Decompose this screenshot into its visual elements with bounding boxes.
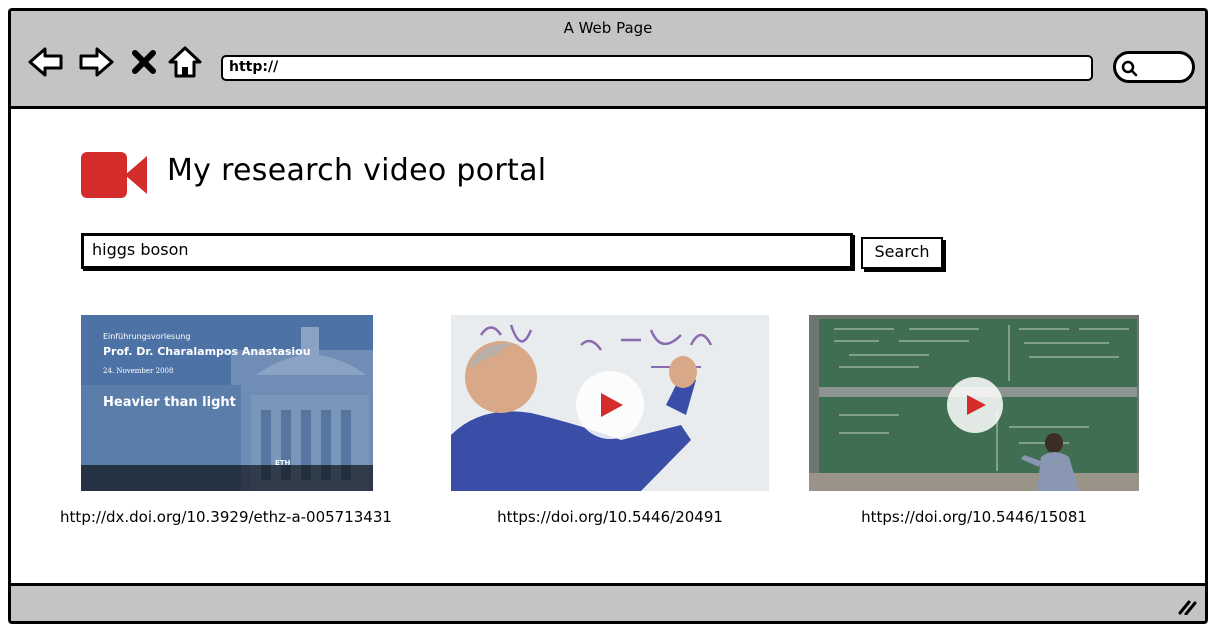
magnifier-icon	[1121, 60, 1138, 77]
browser-statusbar	[11, 583, 1205, 621]
stop-icon[interactable]	[129, 45, 159, 79]
video-camera-icon	[81, 152, 149, 198]
thumb-1-line4: Heavier than light	[103, 395, 236, 410]
search-input[interactable]: higgs boson	[81, 233, 853, 269]
thumb-1-line3: 24. November 2008	[103, 367, 173, 375]
browser-titlebar: A Web Page http://	[11, 11, 1205, 109]
result-doi-link-1[interactable]: http://dx.doi.org/10.3929/ethz-a-0057134…	[41, 507, 411, 527]
video-thumbnail-1[interactable]: Einführungsvorlesung Prof. Dr. Charalamp…	[81, 315, 373, 491]
home-icon[interactable]	[167, 45, 203, 79]
video-thumbnail-2[interactable]	[451, 315, 769, 491]
thumb-1-line1: Einführungsvorlesung	[103, 332, 190, 341]
window-title: A Web Page	[563, 19, 653, 37]
page-title: My research video portal	[167, 153, 547, 188]
resize-grip-icon[interactable]	[1177, 597, 1197, 616]
page-content: My research video portal higgs boson Sea…	[11, 109, 1205, 589]
forward-arrow-icon[interactable]	[77, 45, 115, 79]
address-bar[interactable]: http://	[221, 55, 1093, 81]
thumb-1-line2: Prof. Dr. Charalampos Anastasiou	[103, 345, 311, 358]
video-thumbnail-3[interactable]	[809, 315, 1139, 491]
browser-search-field[interactable]	[1113, 51, 1195, 83]
thumb-1-badge: ETH	[275, 459, 291, 467]
result-doi-link-3[interactable]: https://doi.org/10.5446/15081	[809, 507, 1139, 527]
back-arrow-icon[interactable]	[27, 45, 65, 79]
search-button[interactable]: Search	[861, 237, 943, 269]
result-doi-link-2[interactable]: https://doi.org/10.5446/20491	[451, 507, 769, 527]
browser-window: A Web Page http:// My research video por…	[8, 8, 1208, 624]
